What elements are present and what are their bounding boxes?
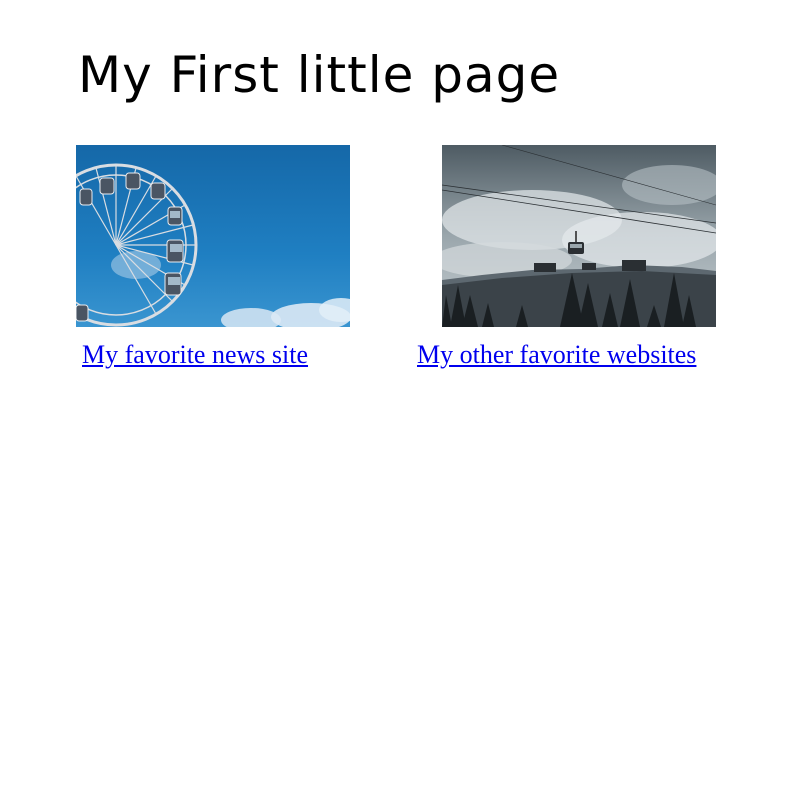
news-site-link[interactable]: My favorite news site	[82, 338, 308, 372]
page-title: My First little page	[78, 46, 561, 104]
ferris-wheel-image	[76, 145, 350, 327]
other-websites-link[interactable]: My other favorite websites	[417, 338, 696, 372]
cable-car-image	[442, 145, 716, 327]
page: My First little page My favorite news si…	[0, 0, 800, 800]
